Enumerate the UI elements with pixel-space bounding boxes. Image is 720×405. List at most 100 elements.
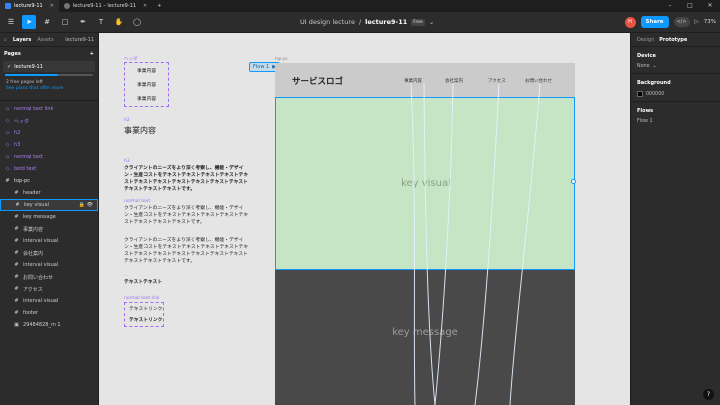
dev-mode-toggle[interactable]: </>	[673, 17, 690, 27]
plan-badge: Free	[411, 18, 425, 26]
close-tab-icon[interactable]: ✕	[143, 3, 147, 9]
move-tool-icon[interactable]: ➤	[22, 15, 36, 29]
frame-name: top-pc	[275, 56, 288, 61]
layer-child[interactable]: # interval visual	[0, 295, 98, 307]
layer-label: top-pc	[14, 178, 30, 184]
layer-child[interactable]: # header	[0, 187, 98, 199]
layer-child[interactable]: # key message	[0, 211, 98, 223]
flow-item[interactable]: Flow 1	[637, 119, 714, 124]
text-tool-icon[interactable]: T	[94, 15, 108, 29]
layer-child[interactable]: ▣ 29484828_m 1	[0, 319, 98, 331]
layer-item[interactable]: ◇ bold text	[0, 163, 98, 175]
normal-text[interactable]: クライアントのニーズをより深く考察し、機能・デザイン・生産コストをテキストテキス…	[124, 237, 249, 265]
pen-tool-icon[interactable]: ✒	[76, 15, 90, 29]
divider	[0, 100, 98, 101]
layer-item[interactable]: ◇ normal text link	[0, 103, 98, 115]
layer-label: normal text link	[14, 106, 54, 112]
frame-icon: #	[14, 213, 19, 220]
tab-design[interactable]: Design	[637, 37, 654, 43]
device-value: None	[637, 64, 650, 69]
comment-tool-icon[interactable]: ◯	[130, 15, 144, 29]
maximize-button[interactable]: □	[680, 0, 700, 12]
prototype-connections	[410, 82, 541, 405]
background-hex[interactable]: 000000	[646, 92, 664, 97]
layer-child[interactable]: # お問い合わせ	[0, 271, 98, 283]
layer-label: header	[23, 190, 41, 196]
layer-item[interactable]: ◇ h2	[0, 127, 98, 139]
header-item: 事業内容	[137, 83, 157, 88]
hand-tool-icon[interactable]: ✋	[112, 15, 126, 29]
tool-group: ☰ ➤ # □ ✒ T ✋ ◯	[4, 15, 144, 29]
h2-text[interactable]: 事業内容	[124, 126, 156, 136]
component-icon: ◇	[5, 141, 10, 148]
frame-icon: #	[14, 237, 19, 244]
layer-label: footer	[23, 310, 38, 316]
toolbar: ☰ ➤ # □ ✒ T ✋ ◯ UI design lecture / lect…	[0, 12, 720, 33]
browser-tab-active[interactable]: lecture9-11 ✕	[0, 0, 59, 12]
layer-label: お問い合わせ	[23, 274, 54, 281]
component-label: normal text link	[124, 296, 160, 301]
close-tab-icon[interactable]: ✕	[50, 3, 54, 9]
frame-tool-icon[interactable]: #	[40, 15, 54, 29]
frame-icon: #	[14, 273, 19, 280]
layer-item[interactable]: ◇ normal text	[0, 151, 98, 163]
layer-child[interactable]: # footer	[0, 307, 98, 319]
file-name[interactable]: lecture9-11	[365, 18, 407, 26]
present-button[interactable]: ▷	[695, 19, 699, 25]
left-panel-tabs: ⌕ Layers Assets lecture9-11	[0, 33, 98, 47]
tab-assets[interactable]: Assets	[37, 37, 53, 43]
pages-heading: Pages	[4, 51, 21, 57]
upgrade-link[interactable]: See plans that offer more	[6, 86, 92, 92]
bold-text[interactable]: テキストテキスト	[124, 279, 162, 286]
device-select[interactable]: None ⌄	[637, 64, 714, 69]
help-button[interactable]: ?	[703, 389, 714, 400]
toolbar-right: H Share </> ▷ 73%	[624, 16, 716, 28]
layer-label: interval visual	[23, 238, 59, 244]
search-icon[interactable]: ⌕	[4, 37, 7, 43]
layer-label: 事業内容	[23, 226, 44, 233]
frame-icon: #	[15, 201, 20, 208]
new-tab-button[interactable]: +	[152, 0, 166, 12]
rectangle-tool-icon[interactable]: □	[58, 15, 72, 29]
page-picker[interactable]: lecture9-11	[65, 37, 94, 43]
layer-child[interactable]: # アクセス	[0, 283, 98, 295]
page-item[interactable]: ✓ lecture9-11	[3, 61, 95, 72]
tab-layers[interactable]: Layers	[13, 37, 32, 43]
minimize-button[interactable]: –	[660, 0, 680, 12]
color-swatch[interactable]	[637, 91, 643, 97]
browser-tab[interactable]: lecture9-11 – lecture9-11 ✕	[59, 0, 152, 12]
layer-child[interactable]: # interval visual	[0, 235, 98, 247]
zoom-level[interactable]: 73%	[704, 19, 716, 25]
lock-visibility-icons[interactable]: 🔒 👁	[79, 202, 93, 208]
avatar[interactable]: H	[624, 16, 636, 28]
layer-child[interactable]: # 会社案内	[0, 247, 98, 259]
layer-child[interactable]: # interval visual	[0, 259, 98, 271]
component-label: h3	[124, 159, 130, 164]
device-section: Device None ⌄	[631, 47, 720, 74]
page-label: lecture9-11	[14, 63, 43, 70]
figma-app: lecture9-11 ✕ lecture9-11 – lecture9-11 …	[0, 0, 720, 405]
component-label: ...	[124, 273, 129, 278]
component-label: h2	[124, 118, 130, 123]
normal-text[interactable]: クライアントのニーズをより深く考察し、機能・デザイン・生産コストをテキストテキス…	[124, 205, 249, 226]
main-menu-icon[interactable]: ☰	[4, 15, 18, 29]
frame-icon: #	[14, 189, 19, 196]
layer-child[interactable]: # 事業内容	[0, 223, 98, 235]
background-color[interactable]: 000000	[637, 91, 714, 97]
layer-item[interactable]: ◇ h3	[0, 139, 98, 151]
layer-child-selected[interactable]: # key visual 🔒 👁	[0, 199, 98, 211]
tab-label: lecture9-11 – lecture9-11	[72, 3, 137, 9]
share-button[interactable]: Share	[640, 16, 669, 28]
component-icon: ◇	[5, 129, 10, 136]
document-title: UI design lecture / lecture9-11 Free ⌄	[300, 18, 434, 26]
layer-item-frame[interactable]: # top-pc	[0, 175, 98, 187]
chevron-down-icon[interactable]: ⌄	[429, 18, 434, 26]
canvas[interactable]: ヘッダ 事業内容 事業内容 事業内容 h2 事業内容 h3 クライアントのニーズ…	[99, 33, 630, 405]
layer-item[interactable]: ◇ ヘッダ	[0, 115, 98, 127]
project-name[interactable]: UI design lecture	[300, 18, 355, 26]
add-page-button[interactable]: +	[90, 51, 94, 57]
h3-text[interactable]: クライアントのニーズをより深く考察し、機能・デザイン・生産コストをテキストテキス…	[124, 165, 249, 193]
tab-prototype[interactable]: Prototype	[659, 37, 687, 43]
close-window-button[interactable]: ✕	[700, 0, 720, 12]
pages-header: Pages +	[0, 47, 98, 61]
